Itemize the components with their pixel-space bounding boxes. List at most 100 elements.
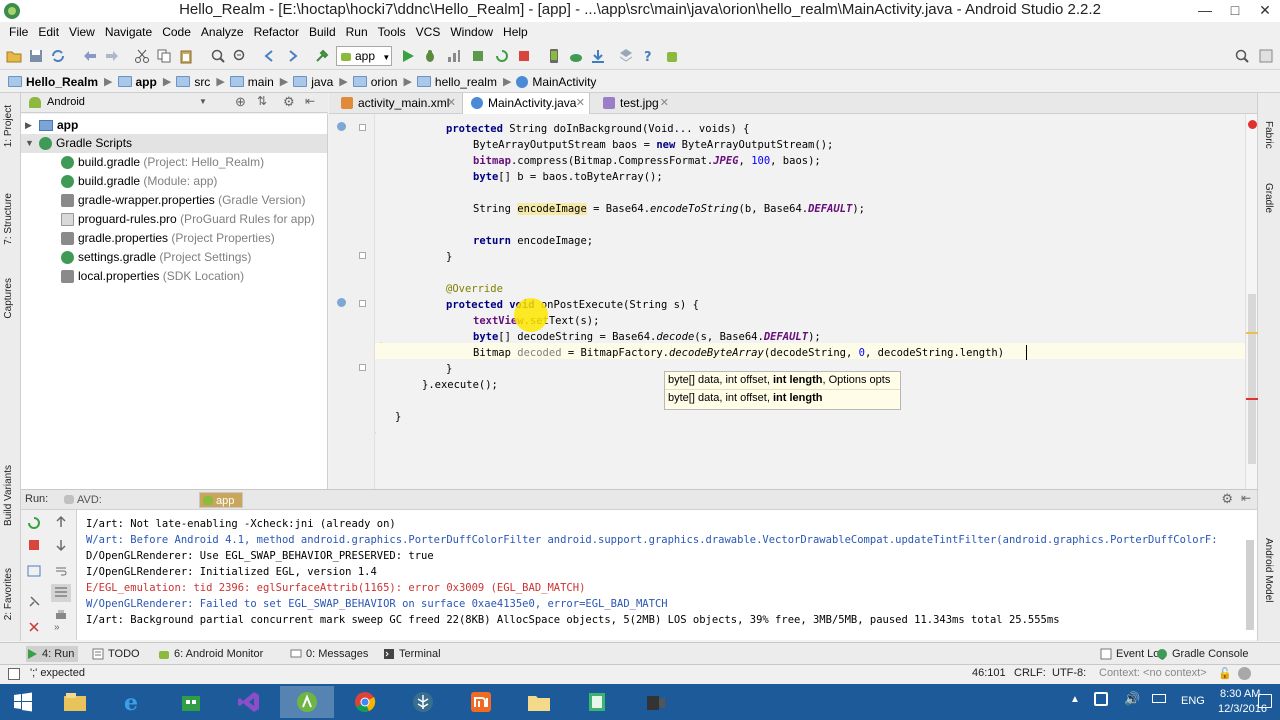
tree-item-local-properties[interactable]: local.properties (SDK Location): [61, 267, 244, 286]
tree-item-app[interactable]: ▶ app: [25, 116, 78, 135]
tool-tab-captures[interactable]: Captures: [3, 278, 14, 319]
start-button[interactable]: [0, 686, 46, 718]
run-icon[interactable]: [400, 48, 416, 64]
taskbar-visual-studio[interactable]: [222, 686, 276, 718]
device-monitor-icon[interactable]: [618, 48, 634, 64]
scroll-thumb[interactable]: [1248, 294, 1256, 464]
code-editor[interactable]: protected String doInBackground(Void... …: [375, 114, 1245, 490]
down-arrow-icon[interactable]: [54, 538, 68, 552]
make-project-icon[interactable]: [314, 48, 330, 64]
notifications-icon[interactable]: [1258, 694, 1272, 708]
taskbar-chrome[interactable]: [338, 686, 392, 718]
taskbar-app-tree[interactable]: [396, 686, 450, 718]
clock-time[interactable]: 8:30 AM: [1220, 688, 1260, 700]
tool-tab-gradle[interactable]: Gradle: [1263, 183, 1274, 213]
menu-tools[interactable]: Tools: [373, 22, 411, 42]
maximize-button[interactable]: □: [1220, 0, 1250, 20]
fold-icon[interactable]: [359, 364, 366, 371]
editor-gutter[interactable]: [329, 114, 386, 490]
close-tab-icon[interactable]: ✕: [447, 93, 456, 113]
menu-vcs[interactable]: VCS: [411, 22, 446, 42]
gear-icon[interactable]: ⚙: [1221, 491, 1233, 507]
tool-tab-run[interactable]: 4: Run: [26, 646, 79, 662]
sync-icon[interactable]: [50, 48, 66, 64]
taskbar-internet-explorer[interactable]: e: [106, 686, 160, 718]
menu-view[interactable]: View: [64, 22, 100, 42]
scroll-to-end-icon[interactable]: [51, 584, 71, 602]
breadcrumb-item-hello-realm[interactable]: Hello_Realm: [8, 75, 98, 89]
breadcrumb-item-java[interactable]: java: [293, 75, 333, 89]
run-tab-avd[interactable]: AVD: Nexus_5X_API_23: [61, 492, 193, 522]
menu-run[interactable]: Run: [341, 22, 373, 42]
close-tab-icon[interactable]: ✕: [576, 93, 585, 113]
toggle-tool-windows-icon[interactable]: [8, 668, 20, 680]
tool-tab-todo[interactable]: TODO: [92, 646, 140, 662]
menu-edit[interactable]: Edit: [33, 22, 64, 42]
android-device-icon[interactable]: [664, 48, 680, 64]
breadcrumb-item-app[interactable]: app: [117, 75, 157, 89]
tool-tab-fabric[interactable]: Fabric: [1263, 121, 1274, 149]
tree-item-gradle-properties[interactable]: gradle.properties (Project Properties): [61, 229, 275, 248]
replace-icon[interactable]: [232, 48, 248, 64]
forward-icon[interactable]: [284, 48, 300, 64]
sdk-manager-icon[interactable]: [590, 48, 606, 64]
tab-mainactivity-java[interactable]: MainActivity.java ✕: [462, 93, 590, 114]
fold-icon[interactable]: [359, 300, 366, 307]
stop-icon[interactable]: [27, 538, 41, 552]
soft-wrap-icon[interactable]: [54, 564, 68, 578]
breadcrumb-item-mainactivity[interactable]: MainActivity: [516, 75, 596, 89]
caret-position[interactable]: 46:101: [972, 667, 1006, 679]
taskbar-file-explorer[interactable]: [48, 686, 102, 718]
tool-tab-build-variants[interactable]: Build Variants: [3, 465, 14, 526]
fold-icon[interactable]: [359, 252, 366, 259]
copy-icon[interactable]: [156, 48, 172, 64]
back-icon[interactable]: [262, 48, 278, 64]
find-icon[interactable]: [210, 48, 226, 64]
tree-item-proguard-rules[interactable]: proguard-rules.pro (ProGuard Rules for a…: [61, 210, 315, 229]
debug-icon[interactable]: [422, 48, 438, 64]
hide-panel-icon[interactable]: ⇤: [305, 94, 315, 108]
line-separator[interactable]: CRLF:: [1014, 667, 1046, 679]
run-tab-app[interactable]: app: [199, 492, 243, 508]
restore-layout-icon[interactable]: [27, 564, 41, 578]
stop-icon[interactable]: [516, 48, 532, 64]
tree-item-build-gradle-module[interactable]: build.gradle (Module: app): [61, 172, 217, 191]
attach-debugger-icon[interactable]: [470, 48, 486, 64]
tree-item-settings-gradle[interactable]: settings.gradle (Project Settings): [61, 248, 251, 267]
input-language[interactable]: ENG: [1181, 695, 1205, 707]
warning-stripe[interactable]: [1246, 332, 1258, 334]
close-button[interactable]: ✕: [1250, 0, 1280, 20]
breadcrumb-item-src[interactable]: src: [176, 75, 210, 89]
inspector-icon[interactable]: [1238, 667, 1251, 680]
tool-tab-favorites[interactable]: 2: Favorites: [3, 568, 14, 620]
help-icon[interactable]: ?: [640, 48, 656, 64]
tool-tab-gradle-console[interactable]: Gradle Console: [1156, 646, 1248, 662]
minimize-button[interactable]: —: [1190, 0, 1220, 20]
console-scrollbar[interactable]: [1246, 540, 1254, 630]
paste-icon[interactable]: [178, 48, 194, 64]
event-log-icon[interactable]: [1258, 48, 1274, 64]
breadcrumb-item-main[interactable]: main: [229, 75, 274, 89]
override-marker-icon[interactable]: [337, 298, 346, 307]
lock-icon[interactable]: 🔓: [1218, 667, 1232, 680]
up-arrow-icon[interactable]: [54, 515, 68, 529]
tool-tab-messages[interactable]: 0: Messages: [290, 646, 368, 662]
avd-manager-icon[interactable]: [546, 48, 562, 64]
tray-expand-icon[interactable]: ▲: [1070, 694, 1080, 705]
tree-item-gradle-wrapper[interactable]: gradle-wrapper.properties (Gradle Versio…: [61, 191, 305, 210]
taskbar-android-studio[interactable]: [280, 686, 334, 718]
override-marker-icon[interactable]: [337, 122, 346, 131]
tool-tab-android-monitor[interactable]: 6: Android Monitor: [158, 646, 263, 662]
tool-tab-structure[interactable]: 7: Structure: [3, 193, 14, 245]
menu-refactor[interactable]: Refactor: [249, 22, 304, 42]
menu-help[interactable]: Help: [498, 22, 533, 42]
cut-icon[interactable]: [134, 48, 150, 64]
more-icon[interactable]: »: [54, 622, 60, 633]
open-folder-icon[interactable]: [6, 48, 22, 64]
rerun-icon[interactable]: [27, 516, 41, 530]
tree-item-build-gradle-project[interactable]: build.gradle (Project: Hello_Realm): [61, 153, 264, 172]
menu-file[interactable]: File: [4, 22, 33, 42]
close-icon[interactable]: [27, 620, 41, 634]
print-icon[interactable]: [54, 608, 68, 622]
profile-icon[interactable]: [446, 48, 462, 64]
